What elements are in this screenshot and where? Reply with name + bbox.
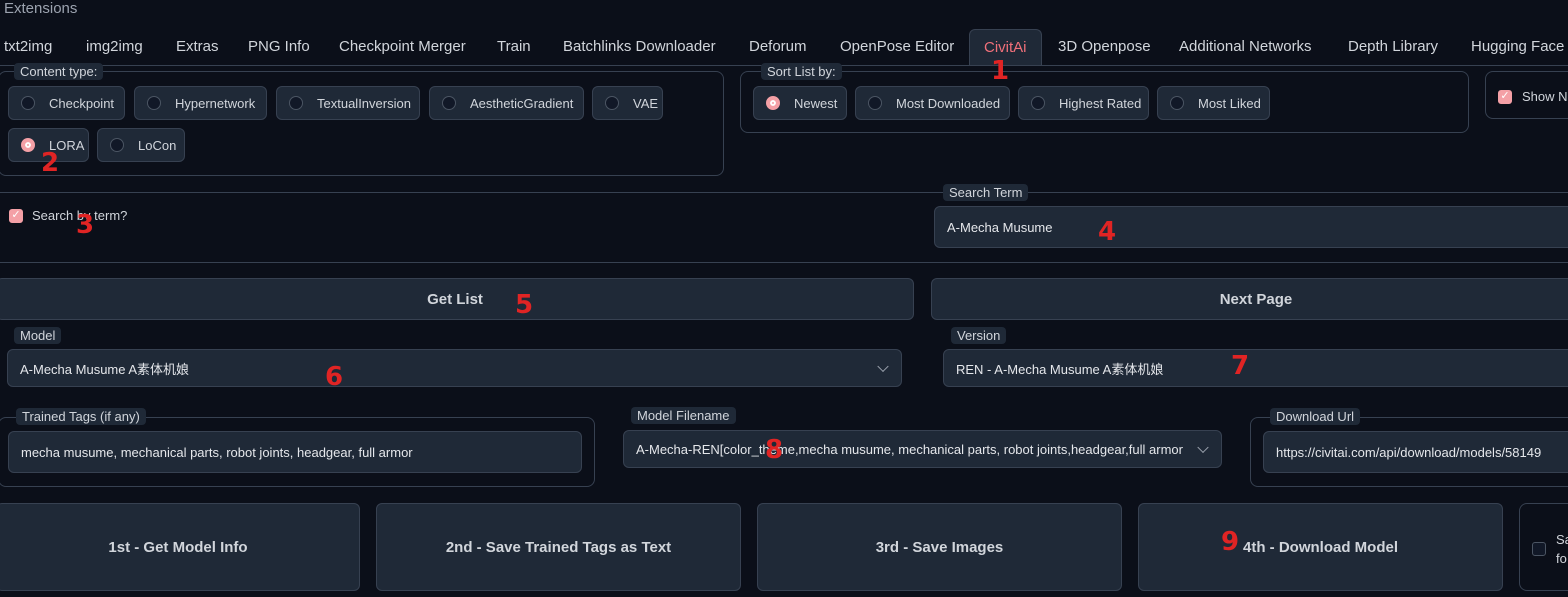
annotation-marker-1: 1 (991, 56, 1010, 86)
radio-label: Most Downloaded (896, 95, 1001, 111)
section-divider (0, 262, 1568, 263)
get-model-info-button[interactable]: 1st - Get Model Info (0, 503, 360, 591)
content-type-legend: Content type: (14, 63, 104, 80)
sort-legend: Sort List by: (761, 63, 842, 80)
next-page-button[interactable]: Next Page (931, 278, 1568, 320)
show-nsfw-checkbox[interactable]: Show N (1498, 89, 1568, 104)
radio-label: TextualInversion (317, 95, 411, 111)
radio-vae[interactable]: VAE (592, 86, 663, 120)
annotation-marker-3: 3 (76, 210, 95, 240)
section-divider (0, 192, 1568, 193)
tab-depth-library[interactable]: Depth Library (1348, 29, 1438, 65)
radio-label: Most Liked (1198, 95, 1261, 111)
checkbox-checked-icon (1498, 89, 1512, 104)
search-term-input[interactable]: A-Mecha Musume (934, 206, 1568, 248)
tab-bar: txt2img img2img Extras PNG Info Checkpoi… (0, 29, 1568, 66)
version-value: REN - A-Mecha Musume A素体机娘 (956, 361, 1164, 377)
tab-hugging-face[interactable]: Hugging Face (1471, 29, 1564, 65)
radio-icon (1031, 96, 1045, 110)
download-url-input[interactable]: https://civitai.com/api/download/models/… (1263, 431, 1568, 473)
version-label: Version (951, 327, 1007, 344)
tab-train[interactable]: Train (497, 29, 531, 65)
chevron-down-icon (877, 360, 889, 373)
tab-batchlinks-downloader[interactable]: Batchlinks Downloader (563, 29, 716, 65)
annotation-marker-6: 6 (325, 362, 344, 392)
model-value: A-Mecha Musume A素体机娘 (20, 361, 190, 377)
tab-extras[interactable]: Extras (176, 29, 219, 65)
radio-most-downloaded[interactable]: Most Downloaded (855, 86, 1010, 120)
radio-icon (605, 96, 619, 110)
annotation-marker-9: 9 (1221, 527, 1240, 557)
save-folder-checkbox[interactable]: Sa fo (1532, 530, 1568, 568)
save-folder-label-1: Sa (1556, 532, 1568, 547)
checkbox-icon (1532, 542, 1546, 556)
tab-txt2img[interactable]: txt2img (4, 29, 52, 65)
radio-most-liked[interactable]: Most Liked (1157, 86, 1270, 120)
radio-hypernetwork[interactable]: Hypernetwork (134, 86, 267, 120)
radio-selected-icon (766, 96, 780, 110)
version-select[interactable]: REN - A-Mecha Musume A素体机娘 (943, 349, 1568, 387)
download-model-button[interactable]: 4th - Download Model (1138, 503, 1503, 591)
radio-label: Highest Rated (1059, 95, 1142, 111)
radio-icon (289, 96, 303, 110)
model-filename-select[interactable]: A-Mecha-REN[color_theme,mecha musume, me… (623, 430, 1222, 468)
radio-label: AestheticGradient (470, 95, 574, 111)
show-nsfw-label: Show N (1522, 89, 1568, 104)
tab-checkpoint-merger[interactable]: Checkpoint Merger (339, 29, 466, 65)
model-filename-label: Model Filename (631, 407, 736, 424)
radio-icon (110, 138, 124, 152)
save-trained-tags-button[interactable]: 2nd - Save Trained Tags as Text (376, 503, 741, 591)
download-url-label: Download Url (1270, 408, 1361, 425)
save-folder-label-2: fo (1556, 551, 1567, 566)
radio-icon (868, 96, 882, 110)
tab-deforum[interactable]: Deforum (749, 29, 807, 65)
radio-label: Hypernetwork (175, 95, 256, 111)
chevron-down-icon (1197, 441, 1209, 454)
page-title: Extensions (4, 0, 78, 17)
tab-img2img[interactable]: img2img (86, 29, 143, 65)
radio-icon (442, 96, 456, 110)
radio-label: Newest (794, 95, 838, 111)
trained-tags-input[interactable]: mecha musume, mechanical parts, robot jo… (8, 431, 582, 473)
radio-icon (21, 96, 35, 110)
tab-additional-networks[interactable]: Additional Networks (1179, 29, 1312, 65)
radio-selected-icon (21, 138, 35, 152)
radio-label: LoCon (138, 137, 177, 153)
radio-newest[interactable]: Newest (753, 86, 847, 120)
tab-openpose-editor[interactable]: OpenPose Editor (840, 29, 954, 65)
tab-3d-openpose[interactable]: 3D Openpose (1058, 29, 1151, 65)
search-term-label: Search Term (943, 184, 1029, 201)
radio-checkpoint[interactable]: Checkpoint (8, 86, 125, 120)
radio-icon (147, 96, 161, 110)
radio-label: VAE (633, 95, 659, 111)
model-label: Model (14, 327, 62, 344)
annotation-marker-8: 8 (765, 435, 784, 465)
radio-locon[interactable]: LoCon (97, 128, 185, 162)
radio-textualinversion[interactable]: TextualInversion (276, 86, 420, 120)
radio-icon (1170, 96, 1184, 110)
tab-png-info[interactable]: PNG Info (248, 29, 310, 65)
model-select[interactable]: A-Mecha Musume A素体机娘 (7, 349, 902, 387)
model-filename-value: A-Mecha-REN[color_theme,mecha musume, me… (636, 441, 1183, 457)
search-by-term-checkbox[interactable]: Search by term? (9, 208, 127, 223)
annotation-marker-4: 4 (1098, 217, 1117, 247)
get-list-button[interactable]: Get List (0, 278, 914, 320)
radio-label: Checkpoint (49, 95, 115, 111)
annotation-marker-2: 2 (41, 148, 60, 178)
checkbox-checked-icon (9, 208, 23, 223)
annotation-marker-5: 5 (515, 290, 534, 320)
annotation-marker-7: 7 (1231, 351, 1250, 381)
radio-highest-rated[interactable]: Highest Rated (1018, 86, 1149, 120)
save-images-button[interactable]: 3rd - Save Images (757, 503, 1122, 591)
trained-tags-label: Trained Tags (if any) (16, 408, 146, 425)
radio-aestheticgradient[interactable]: AestheticGradient (429, 86, 584, 120)
